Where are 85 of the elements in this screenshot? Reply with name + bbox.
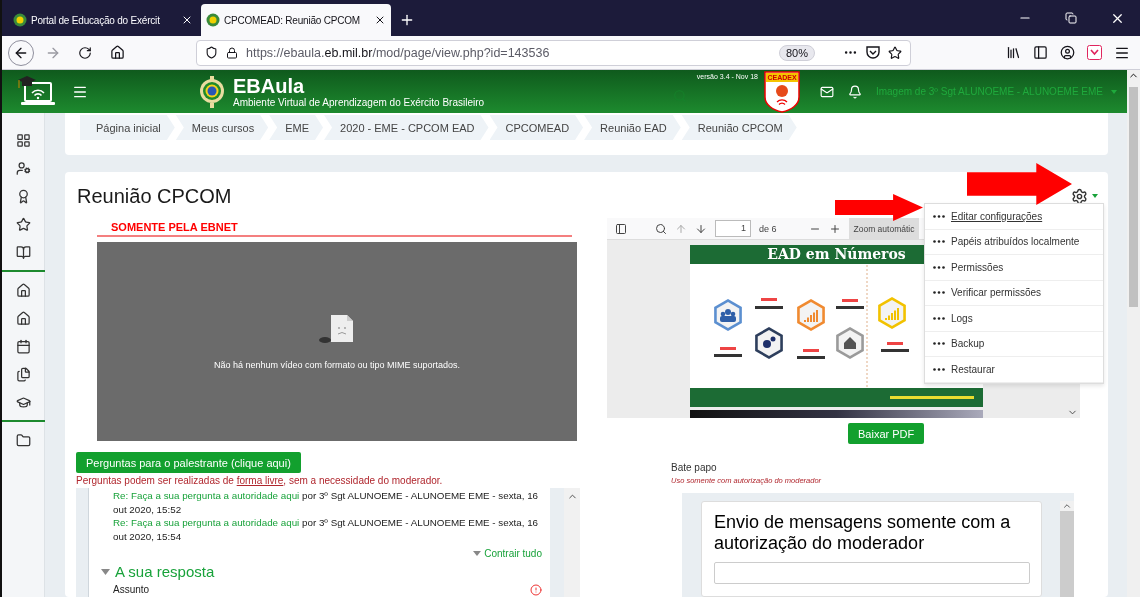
favicon-icon xyxy=(13,13,27,27)
questions-note: Perguntas podem ser realizadas de forma livre, sem a necessidade do moderador. xyxy=(76,475,444,486)
close-icon[interactable] xyxy=(181,14,193,26)
messages-button[interactable] xyxy=(819,84,834,99)
home-icon[interactable] xyxy=(109,45,125,60)
required-icon xyxy=(530,583,542,596)
graduation-cap-icon[interactable] xyxy=(15,394,31,410)
shield-icon xyxy=(205,46,218,59)
menu-item[interactable]: Restaurar xyxy=(925,357,1103,383)
ellipsis-icon[interactable] xyxy=(933,265,945,269)
breadcrumb-item[interactable]: Reunião EAD xyxy=(584,115,681,140)
crest-icon xyxy=(199,73,225,110)
menu-item[interactable]: Editar configurações xyxy=(925,204,1103,230)
breadcrumb-item[interactable]: 2020 - EME - CPCOM EAD xyxy=(324,115,489,140)
pocket-icon[interactable] xyxy=(866,46,880,59)
scroll-up-icon[interactable] xyxy=(1062,501,1072,511)
star-icon[interactable] xyxy=(15,216,31,232)
message-field[interactable] xyxy=(714,562,1030,584)
video-message: Não há nenhum vídeo com formato ou tipo MIME suportados. xyxy=(213,359,461,370)
scrollbar[interactable] xyxy=(564,488,580,597)
settings-button[interactable] xyxy=(1071,187,1098,205)
menu-item[interactable]: Verificar permissões xyxy=(925,280,1103,306)
search-icon[interactable] xyxy=(655,222,667,235)
sidebar-toggle-icon[interactable] xyxy=(615,222,627,235)
next-page-icon[interactable] xyxy=(695,222,707,235)
files-icon[interactable] xyxy=(15,366,31,382)
page-count: de 6 xyxy=(759,223,777,234)
ellipsis-icon[interactable] xyxy=(933,214,945,218)
address-bar[interactable]: https://ebaula.eb.mil.br/mod/page/view.php?id=143536 80% xyxy=(196,39,911,66)
caret-icon[interactable] xyxy=(473,551,482,557)
menu-item[interactable]: Logs xyxy=(925,306,1103,332)
breadcrumb-item[interactable]: Meus cursos xyxy=(175,115,269,140)
page-number-field[interactable]: 1 xyxy=(715,220,751,237)
library-icon[interactable] xyxy=(1006,45,1021,60)
user-icon[interactable] xyxy=(15,160,31,176)
browser-tab[interactable]: CPCOMEAD: Reunião CPCOM xyxy=(201,4,391,36)
reload-icon[interactable] xyxy=(78,45,92,60)
ellipsis-icon[interactable] xyxy=(933,316,945,320)
post-link[interactable]: Re: Faça a sua pergunta a autoridade aqui xyxy=(113,517,300,528)
forum-post: Re: Faça a sua pergunta a autoridade aqui por 3º Sgt ALUNOEME - ALUNOEME EME - sexta, 16 out 2020, 15:54 xyxy=(113,516,540,543)
notice-heading: SOMENTE PELA EBNET xyxy=(97,218,572,237)
caret-icon[interactable] xyxy=(1092,194,1098,198)
scroll-thumb[interactable] xyxy=(1129,87,1138,307)
menu-item[interactable]: Papéis atribuídos localmente xyxy=(925,229,1103,255)
book-icon[interactable] xyxy=(15,244,31,260)
caret-icon[interactable] xyxy=(101,568,110,575)
subject-label: Assunto xyxy=(113,583,150,596)
menu-item[interactable]: Backup xyxy=(925,331,1103,357)
zoom-select[interactable]: Zoom automátic xyxy=(848,217,920,240)
favicon-icon xyxy=(206,13,220,27)
page-title: Reunião CPCOM xyxy=(77,184,232,208)
breadcrumb-item[interactable]: CPCOMEAD xyxy=(489,115,584,140)
ellipsis-icon[interactable] xyxy=(933,367,945,371)
folder-icon[interactable] xyxy=(15,432,31,448)
menu-item[interactable]: Permissões xyxy=(925,255,1103,281)
notifications-button[interactable] xyxy=(847,84,862,99)
breadcrumb-item[interactable]: EME xyxy=(269,115,324,140)
browser-tab[interactable]: Portal de Educação do Exércit xyxy=(8,4,198,36)
ellipsis-icon[interactable] xyxy=(933,291,945,295)
dashboard-icon[interactable] xyxy=(15,132,31,148)
zoom-in-icon[interactable] xyxy=(828,222,841,235)
chat-title: Bate papo xyxy=(671,462,718,473)
home-icon[interactable] xyxy=(15,282,31,298)
collapse-link[interactable]: Contrair tudo xyxy=(113,547,542,561)
scrollbar[interactable] xyxy=(1127,70,1140,597)
breadcrumb-item[interactable]: Página inicial xyxy=(80,115,175,140)
bookmark-star-icon[interactable] xyxy=(888,45,902,60)
ellipsis-icon[interactable] xyxy=(933,240,945,244)
account-icon[interactable] xyxy=(1060,45,1075,60)
close-icon[interactable] xyxy=(374,14,386,26)
scrollbar[interactable] xyxy=(1060,501,1074,597)
zoom-badge[interactable]: 80% xyxy=(778,44,815,61)
ellipsis-icon[interactable] xyxy=(933,342,945,346)
restore-icon[interactable] xyxy=(1065,12,1077,24)
home-icon[interactable] xyxy=(15,310,31,326)
breadcrumb-item[interactable]: Reunião CPCOM xyxy=(681,115,797,140)
gear-icon[interactable] xyxy=(1071,187,1088,205)
chat-heading: Envio de mensagens somente com a autorização do moderador xyxy=(714,512,1012,554)
brand-name: EBAula xyxy=(233,75,306,97)
post-link[interactable]: Re: Faça a sua pergunta a autoridade aqui xyxy=(113,490,300,501)
calendar-icon[interactable] xyxy=(15,338,31,354)
plus-icon[interactable] xyxy=(399,12,415,28)
lock-icon xyxy=(226,46,238,59)
brand-subtitle: Ambiente Virtual de Aprendizagem do Exército Brasileiro xyxy=(233,97,485,108)
sidebar-icon[interactable] xyxy=(1033,45,1048,60)
